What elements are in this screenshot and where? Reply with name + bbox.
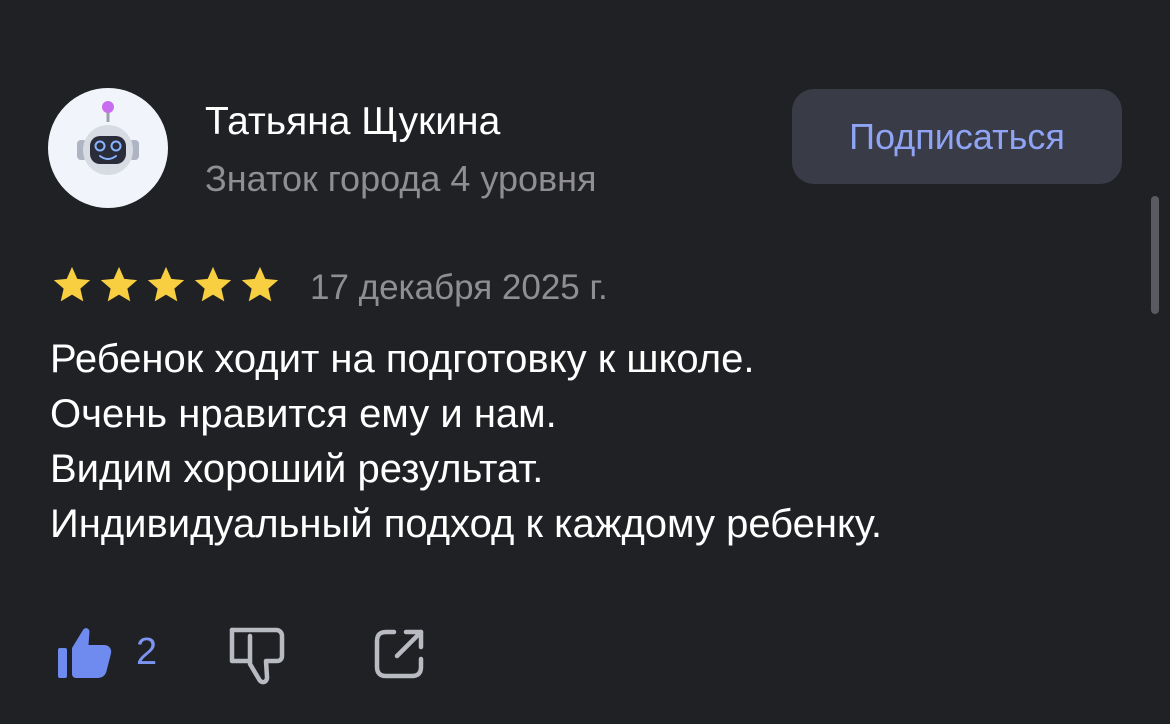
star-icon (194, 266, 232, 302)
review-text-line: Очень нравится ему и нам. (50, 392, 557, 436)
share-icon (374, 629, 424, 679)
star-icon (100, 266, 138, 302)
star-icon (53, 266, 91, 302)
thumbs-down-icon (229, 627, 285, 685)
review-card: Татьяна Щукина Знаток города 4 уровня По… (0, 0, 1170, 724)
review-text-line: Видим хороший результат. (50, 447, 544, 491)
review-text-line: Индивидуальный подход к каждому ребенку. (50, 502, 883, 546)
share-button[interactable] (370, 624, 428, 682)
robot-avatar-icon[interactable] (48, 88, 168, 208)
star-icon (241, 266, 279, 302)
subscribe-button-label: Подписаться (849, 115, 1065, 157)
review-text-line: Ребенок ходит на подготовку к школе. (50, 337, 755, 381)
scrollbar-thumb[interactable] (1151, 196, 1159, 314)
dislike-button[interactable] (226, 624, 290, 688)
rating-stars (50, 265, 282, 305)
like-button[interactable]: 2 (56, 622, 157, 682)
subscribe-button[interactable]: Подписаться (792, 89, 1122, 184)
star-icon (147, 266, 185, 302)
review-date: 17 декабря 2025 г. (310, 268, 608, 307)
review-text: Ребенок ходит на подготовку к школе. Оче… (50, 332, 1130, 552)
author-level: Знаток города 4 уровня (205, 158, 597, 199)
like-count: 2 (136, 631, 158, 673)
author-name[interactable]: Татьяна Щукина (205, 98, 500, 146)
thumbs-up-icon (58, 628, 112, 678)
